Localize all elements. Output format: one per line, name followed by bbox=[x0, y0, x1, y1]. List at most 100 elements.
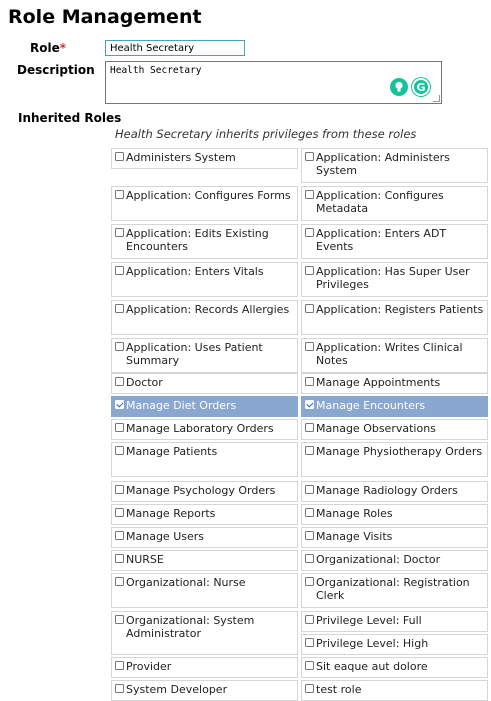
role-checkbox[interactable] bbox=[115, 446, 124, 455]
role-option[interactable]: Manage Physiotherapy Orders bbox=[301, 442, 488, 477]
role-checkbox[interactable] bbox=[115, 423, 124, 432]
role-option[interactable]: Application: Configures Metadata bbox=[301, 186, 488, 221]
role-checkbox[interactable] bbox=[305, 228, 314, 237]
role-option[interactable]: Manage Patients bbox=[111, 442, 298, 477]
role-label: System Developer bbox=[126, 683, 228, 696]
role-option[interactable]: Manage Roles bbox=[301, 504, 488, 525]
role-checkbox[interactable] bbox=[305, 423, 314, 432]
role-option[interactable]: Application: Edits Existing Encounters bbox=[111, 224, 298, 259]
role-label: Organizational: System Administrator bbox=[126, 614, 255, 640]
role-checkbox[interactable] bbox=[305, 531, 314, 540]
role-option[interactable]: Organizational: System Administrator bbox=[111, 611, 298, 655]
role-label: Manage Reports bbox=[126, 507, 216, 520]
page-title: Role Management bbox=[8, 6, 202, 28]
role-option[interactable]: Privilege Level: High bbox=[301, 634, 488, 655]
role-option[interactable]: Application: Administers System bbox=[301, 148, 488, 183]
role-option[interactable]: Manage Radiology Orders bbox=[301, 481, 488, 502]
role-checkbox[interactable] bbox=[305, 342, 314, 351]
role-option[interactable]: Application: Registers Patients bbox=[301, 300, 488, 335]
role-option[interactable]: Application: Configures Forms bbox=[111, 186, 298, 221]
inherited-roles-label: Inherited Roles bbox=[18, 111, 122, 125]
role-option[interactable]: Application: Enters ADT Events bbox=[301, 224, 488, 259]
role-option[interactable]: Application: Writes Clinical Notes bbox=[301, 338, 488, 373]
role-option[interactable]: Manage Psychology Orders bbox=[111, 481, 298, 502]
role-checkbox[interactable] bbox=[115, 531, 124, 540]
role-label: Manage Roles bbox=[316, 507, 393, 520]
role-option[interactable]: Provider bbox=[111, 657, 298, 678]
role-checkbox[interactable] bbox=[115, 190, 124, 199]
role-label: test role bbox=[316, 683, 362, 696]
role-name-input[interactable] bbox=[105, 40, 245, 56]
role-checkbox[interactable] bbox=[305, 266, 314, 275]
role-label: Application: Writes Clinical Notes bbox=[316, 341, 463, 367]
role-checkbox[interactable] bbox=[305, 446, 314, 455]
role-checkbox[interactable] bbox=[305, 485, 314, 494]
lightbulb-icon[interactable] bbox=[390, 78, 408, 96]
resize-handle-icon[interactable] bbox=[433, 95, 440, 102]
role-checkbox[interactable] bbox=[305, 684, 314, 693]
role-option[interactable]: Manage Appointments bbox=[301, 373, 488, 394]
role-checkbox[interactable] bbox=[115, 577, 124, 586]
role-option[interactable]: Doctor bbox=[111, 373, 298, 394]
role-label: Application: Enters Vitals bbox=[126, 265, 264, 278]
description-textarea[interactable]: Health Secretary G bbox=[105, 61, 442, 104]
role-option[interactable]: Manage Encounters bbox=[301, 396, 488, 417]
role-checkbox[interactable] bbox=[115, 661, 124, 670]
role-checkbox[interactable] bbox=[115, 266, 124, 275]
role-label: NURSE bbox=[126, 553, 164, 566]
role-option[interactable]: Manage Reports bbox=[111, 504, 298, 525]
role-option[interactable]: Administers System bbox=[111, 148, 298, 169]
role-checkbox[interactable] bbox=[115, 377, 124, 386]
role-label: Application: Uses Patient Summary bbox=[126, 341, 263, 367]
role-checkbox[interactable] bbox=[305, 377, 314, 386]
role-checkbox[interactable] bbox=[305, 615, 314, 624]
role-option[interactable]: Organizational: Nurse bbox=[111, 573, 298, 608]
role-label: Manage Appointments bbox=[316, 376, 441, 389]
role-option[interactable]: Manage Observations bbox=[301, 419, 488, 440]
role-checkbox[interactable] bbox=[305, 638, 314, 647]
role-label: Application: Enters ADT Events bbox=[316, 227, 447, 253]
role-option[interactable]: Sit eaque aut dolore bbox=[301, 657, 488, 678]
role-option[interactable]: Application: Has Super User Privileges bbox=[301, 262, 488, 297]
role-checkbox[interactable] bbox=[305, 554, 314, 563]
role-label: Application: Registers Patients bbox=[316, 303, 484, 316]
role-checkbox[interactable] bbox=[305, 400, 314, 409]
role-option[interactable]: NURSE bbox=[111, 550, 298, 571]
role-checkbox[interactable] bbox=[305, 661, 314, 670]
role-label: Application: Edits Existing Encounters bbox=[126, 227, 269, 253]
role-checkbox[interactable] bbox=[115, 485, 124, 494]
role-option[interactable]: System Developer bbox=[111, 680, 298, 701]
role-checkbox[interactable] bbox=[115, 400, 124, 409]
role-checkbox[interactable] bbox=[305, 190, 314, 199]
description-label: Description bbox=[17, 63, 95, 77]
role-checkbox[interactable] bbox=[115, 684, 124, 693]
role-label: Organizational: Registration Clerk bbox=[316, 576, 470, 602]
role-label: Privilege Level: High bbox=[316, 637, 429, 650]
role-option[interactable]: Privilege Level: Full bbox=[301, 611, 488, 632]
role-option[interactable]: Manage Diet Orders bbox=[111, 396, 298, 417]
grammarly-g-icon[interactable]: G bbox=[412, 78, 430, 96]
role-checkbox[interactable] bbox=[115, 228, 124, 237]
role-checkbox[interactable] bbox=[115, 304, 124, 313]
role-option[interactable]: test role bbox=[301, 680, 488, 701]
role-option[interactable]: Manage Visits bbox=[301, 527, 488, 548]
role-option[interactable]: Application: Uses Patient Summary bbox=[111, 338, 298, 373]
role-option[interactable]: Organizational: Doctor bbox=[301, 550, 488, 571]
role-checkbox[interactable] bbox=[305, 152, 314, 161]
role-checkbox[interactable] bbox=[115, 508, 124, 517]
role-checkbox[interactable] bbox=[115, 342, 124, 351]
role-option[interactable]: Application: Enters Vitals bbox=[111, 262, 298, 297]
role-option[interactable]: Manage Laboratory Orders bbox=[111, 419, 298, 440]
role-option[interactable]: Organizational: Registration Clerk bbox=[301, 573, 488, 608]
role-label: Role* bbox=[30, 41, 66, 55]
role-checkbox[interactable] bbox=[115, 152, 124, 161]
required-marker: * bbox=[59, 41, 67, 55]
role-checkbox[interactable] bbox=[305, 508, 314, 517]
role-checkbox[interactable] bbox=[115, 615, 124, 624]
role-checkbox[interactable] bbox=[305, 304, 314, 313]
role-option[interactable]: Application: Records Allergies bbox=[111, 300, 298, 335]
role-checkbox[interactable] bbox=[305, 577, 314, 586]
role-checkbox[interactable] bbox=[115, 554, 124, 563]
role-option[interactable]: Manage Users bbox=[111, 527, 298, 548]
role-label: Manage Encounters bbox=[316, 399, 426, 412]
